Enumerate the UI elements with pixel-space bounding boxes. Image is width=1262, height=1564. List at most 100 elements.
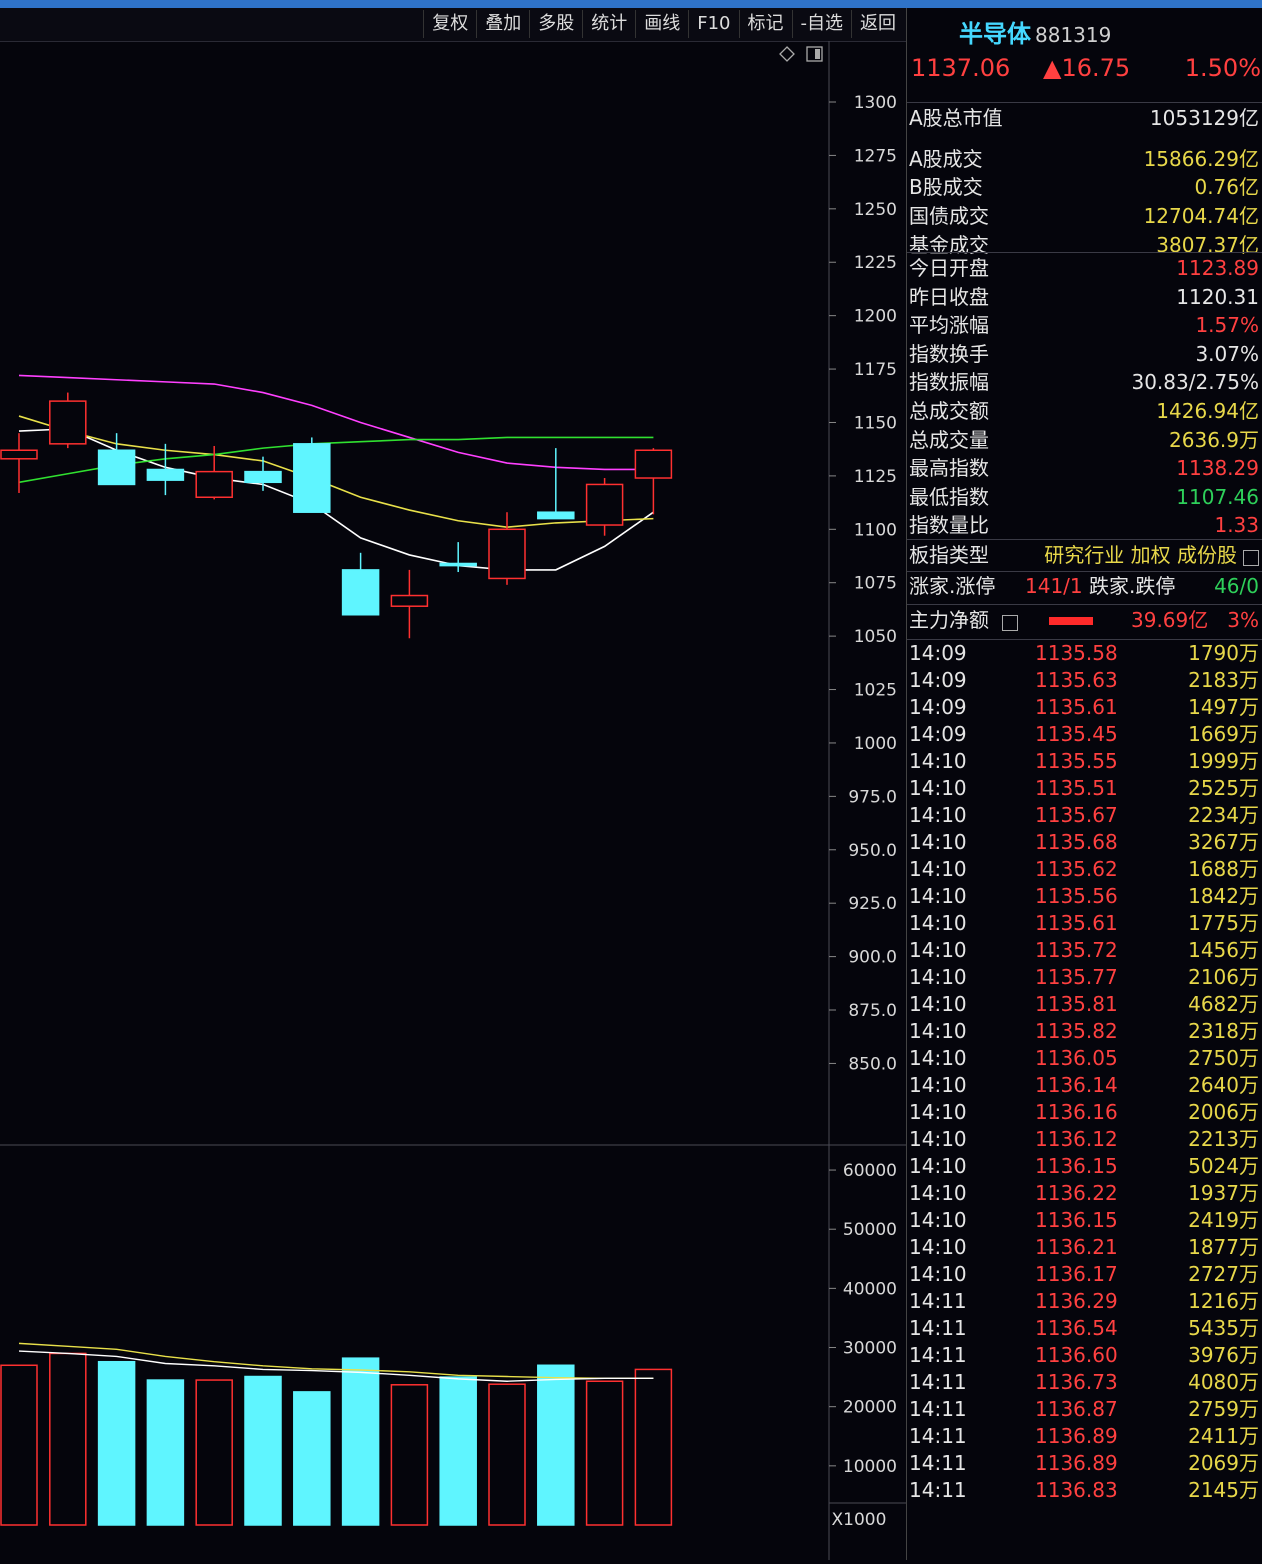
stat-value: 1123.89 [1176,256,1259,280]
toolbar-button[interactable]: 统计 [582,10,635,38]
price-tick-label: 1300 [854,93,897,113]
stat-value: 1.33 [1214,513,1259,538]
list-icon[interactable] [1002,615,1018,631]
market-value: 12704.74亿 [1143,204,1259,229]
tick-time: 14:11 [909,1289,967,1313]
tick-volume: 1216万 [1188,1289,1259,1313]
tick-price: 1136.22 [1035,1181,1118,1205]
index-code: 881319 [1035,23,1112,47]
tick-time: 14:10 [909,749,967,773]
tick-row: 14:10 1136.22 1937万 [909,1180,1259,1207]
stat-label: 最低指数 [909,484,989,509]
volume-bar [244,1375,282,1526]
tick-row: 14:11 1136.89 2069万 [909,1450,1259,1477]
main-force-label: 主力净额 [909,608,989,632]
stat-value: 1426.94亿 [1156,399,1259,423]
toolbar-button[interactable]: 叠加 [476,10,529,38]
candle-body [195,470,233,499]
volume-bar [390,1384,429,1526]
tick-time: 14:10 [909,857,967,881]
tick-volume: 1775万 [1188,911,1259,935]
tick-price: 1136.87 [1035,1397,1118,1421]
volume-bar [585,1380,624,1526]
stat-label: 指数量比 [909,513,989,538]
stat-value: 1.57% [1195,313,1259,338]
tick-volume: 2750万 [1188,1046,1259,1070]
chart-corner-icons[interactable] [779,46,823,62]
toolbar-button[interactable]: 多股 [529,10,582,38]
last-price: 1137.06 [911,54,1011,82]
tick-price: 1135.62 [1035,857,1118,881]
price-tick-label: 1125 [854,467,897,487]
price-tick-label: 1275 [854,146,897,166]
stat-row: 指数量比 1.33 [909,511,1259,539]
tick-price: 1136.21 [1035,1235,1118,1259]
stat-value: 1107.46 [1176,484,1259,509]
stat-row: 总成交额 1426.94亿 [909,397,1259,425]
tick-volume: 1497万 [1188,695,1259,719]
list-icon[interactable] [1243,550,1259,566]
diamond-icon[interactable] [779,46,795,62]
stat-label: 昨日收盘 [909,284,989,309]
main-force-row[interactable]: 主力净额 39.69亿 3% [909,606,1259,634]
tick-price: 1135.55 [1035,749,1118,773]
price-tick-label: 1150 [854,413,897,433]
tick-time: 14:10 [909,1154,967,1178]
tick-row: 14:10 1135.81 4682万 [909,991,1259,1018]
toolbar-button[interactable]: F10 [688,10,738,38]
tick-price: 1135.58 [1035,641,1118,665]
toolbar-button[interactable]: 返回 [851,10,904,38]
candle-body [293,443,331,513]
stat-value: 1120.31 [1176,284,1259,309]
volume-bar [49,1352,87,1526]
tick-volume: 5435万 [1188,1316,1259,1340]
volume-bar [537,1364,575,1526]
price-tick-label: 1100 [854,520,897,540]
price-change: ▲16.75 [1043,54,1131,82]
tick-price: 1135.67 [1035,803,1118,827]
price-axis: 1300 1275 1250 1225 1200 1175 1150 1125 1100 1075… [829,93,897,1074]
toolbar-button[interactable]: 复权 [423,10,476,38]
candle-body [0,449,38,460]
tick-time: 14:11 [909,1316,967,1340]
tick-volume: 2419万 [1188,1208,1259,1232]
volume-bar [97,1360,136,1526]
toolbar-button[interactable]: 画线 [635,10,688,38]
tick-price: 1135.61 [1035,911,1118,935]
kline-chart-area[interactable]: 1300 1275 1250 1225 1200 1175 1150 1125 1100 1075… [0,41,906,1560]
tick-row: 14:10 1136.16 2006万 [909,1099,1259,1126]
tick-price: 1136.54 [1035,1316,1118,1340]
tick-row: 14:10 1136.15 5024万 [909,1153,1259,1180]
price-tick-label: 1250 [854,200,897,220]
market-value: 15866.29亿 [1143,146,1259,171]
tick-volume: 2106万 [1188,965,1259,989]
toolbar-button[interactable]: 标记 [738,10,792,38]
index-title: 半导体 881319 [959,14,1111,49]
kline-chart-svg[interactable]: 1300 1275 1250 1225 1200 1175 1150 1125 1100 1075… [0,41,906,1560]
price-tick-label: 875.0 [848,1001,897,1021]
candle-body [537,511,575,520]
market-row: B股成交 0.76亿 [909,173,1259,201]
tick-time: 14:10 [909,1127,967,1151]
tick-row: 14:09 1135.63 2183万 [909,667,1259,694]
tick-row: 14:10 1136.05 2750万 [909,1045,1259,1072]
toolbar-button[interactable]: -自选 [791,10,852,38]
stat-row: 平均涨幅 1.57% [909,311,1259,339]
board-type-row[interactable]: 板指类型 研究行业 加权 成份股 [909,541,1259,569]
tick-volume: 2006万 [1188,1100,1259,1124]
tick-volume: 1790万 [1188,641,1259,665]
tick-row: 14:09 1135.61 1497万 [909,694,1259,721]
tick-time: 14:10 [909,1046,967,1070]
tick-price: 1135.63 [1035,668,1118,692]
tick-time: 14:10 [909,1019,967,1043]
tick-volume: 1999万 [1188,749,1259,773]
tick-price: 1136.89 [1035,1451,1118,1475]
tick-row: 14:10 1135.67 2234万 [909,802,1259,829]
candle-body [585,483,624,526]
tick-row: 14:10 1136.15 2419万 [909,1207,1259,1234]
stat-row: 今日开盘 1123.89 [909,254,1259,282]
tick-time: 14:10 [909,992,967,1016]
stat-value: 2636.9万 [1169,427,1259,452]
price-tick-label: 1175 [854,360,897,380]
tick-row: 14:10 1135.77 2106万 [909,964,1259,991]
